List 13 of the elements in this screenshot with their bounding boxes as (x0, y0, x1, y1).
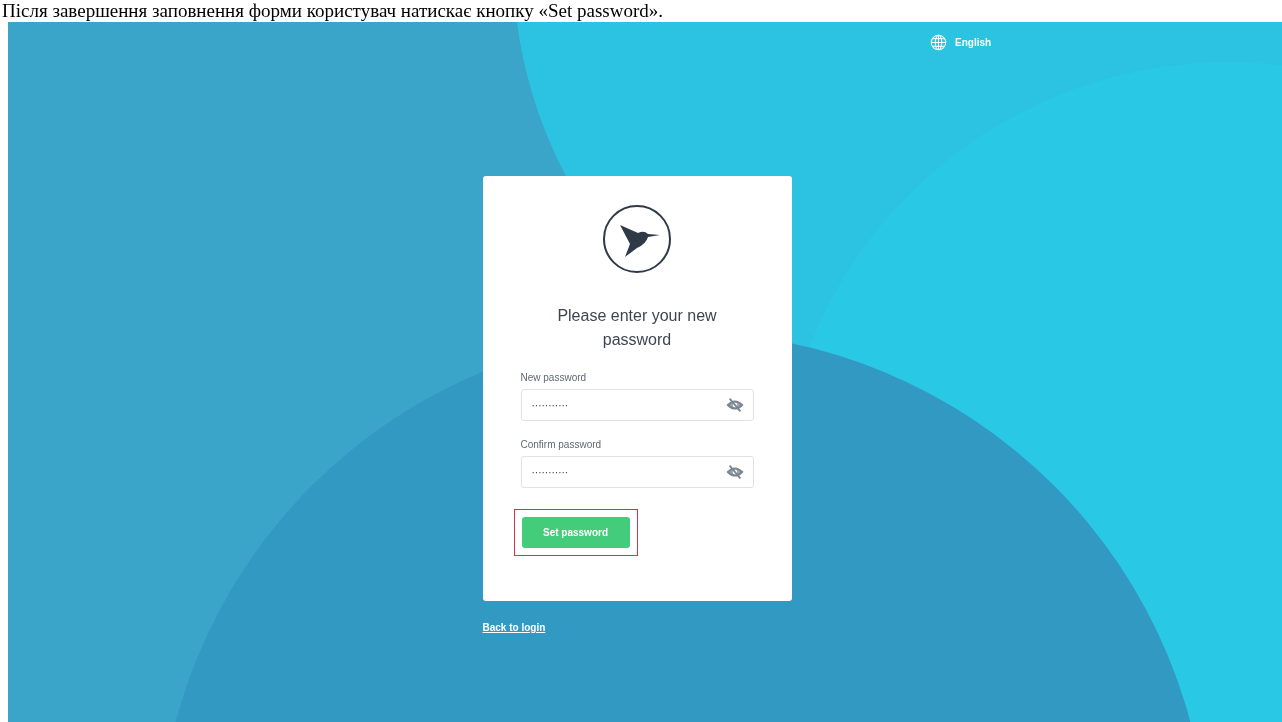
caption-text: Після завершення заповнення форми користувач натискає кнопку «Set password». (1, 0, 664, 22)
globe-icon (930, 33, 947, 51)
eye-slash-icon[interactable] (725, 396, 744, 414)
bird-logo-icon (602, 204, 672, 274)
eye-slash-icon[interactable] (725, 463, 744, 481)
form-title: Please enter your new password (556, 306, 718, 350)
set-password-button[interactable]: Set password (521, 517, 630, 548)
field-label: New password (520, 372, 588, 383)
password-field[interactable]: ··········· (520, 456, 754, 488)
field-label: Confirm password (520, 439, 603, 450)
language-selector[interactable]: English (930, 32, 992, 52)
password-field[interactable]: ··········· (520, 389, 754, 421)
back-to-login-link[interactable]: Back to login (482, 622, 546, 633)
